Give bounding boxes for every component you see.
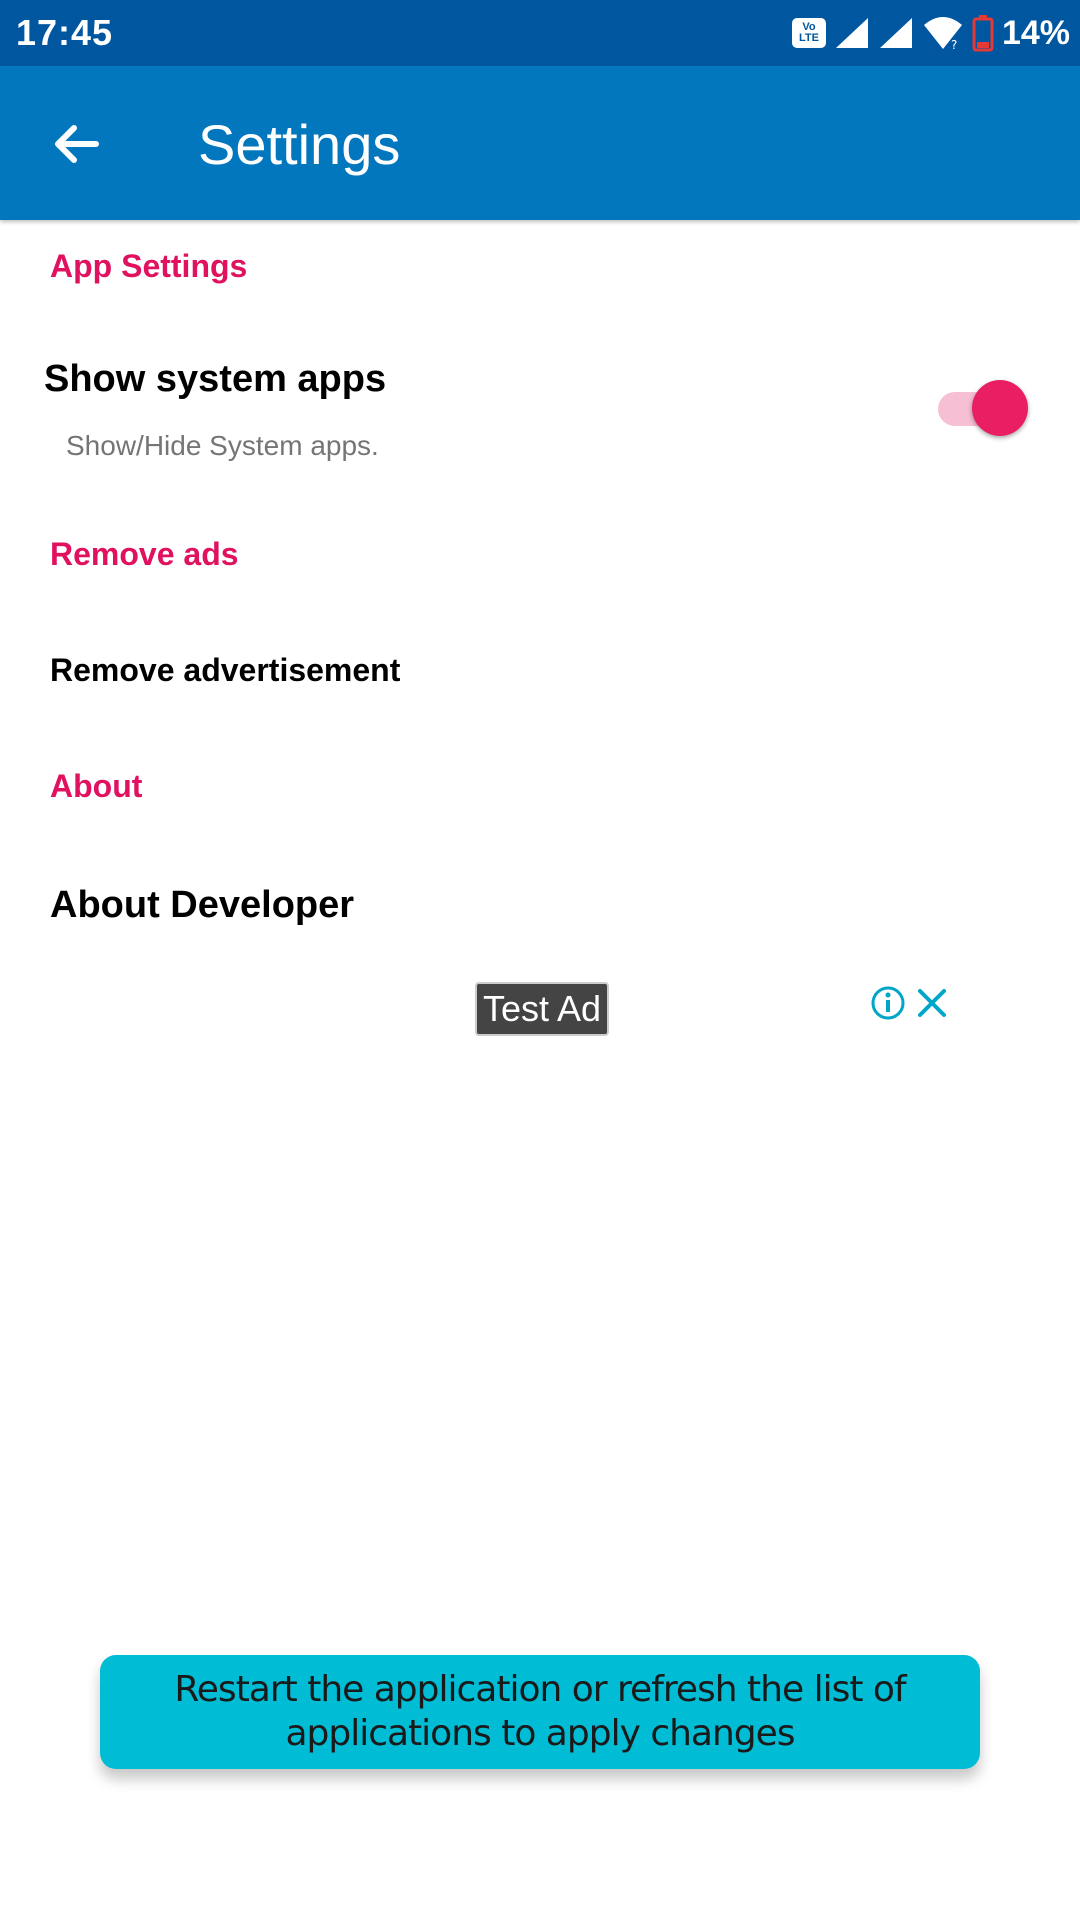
remove-advertisement-item[interactable]: Remove advertisement (50, 652, 400, 689)
wifi-icon: ? (923, 17, 962, 51)
battery-low-icon (972, 15, 994, 52)
category-remove-ads: Remove ads (50, 536, 239, 572)
ad-banner[interactable]: Test Ad (0, 960, 1080, 1620)
page-title: Settings (198, 113, 401, 176)
svg-text:?: ? (951, 38, 957, 51)
arrow-back-icon[interactable] (48, 116, 104, 172)
toggle-thumb (972, 380, 1028, 436)
battery-percent: 14% (1001, 13, 1070, 52)
show-system-apps-title: Show system apps (44, 358, 387, 400)
status-bar: 17:45 Vo LTE ? 14% (0, 0, 1080, 66)
app-bar: Settings (0, 66, 1080, 220)
show-system-apps-toggle[interactable] (938, 380, 1028, 436)
about-developer-item[interactable]: About Developer (50, 884, 354, 927)
status-icons: Vo LTE ? 14% (791, 10, 1070, 56)
volte-icon: Vo LTE (791, 18, 826, 48)
status-time: 17:45 (16, 12, 114, 53)
close-icon[interactable] (914, 985, 950, 1021)
test-ad-label: Test Ad (475, 982, 610, 1036)
category-app-settings: App Settings (50, 248, 248, 284)
restart-toast: Restart the application or refresh the l… (100, 1655, 980, 1769)
category-about: About (50, 768, 143, 804)
info-icon[interactable] (870, 985, 906, 1021)
signal-icon (835, 18, 868, 48)
show-system-apps-summary: Show/Hide System apps. (66, 430, 379, 461)
signal-icon (879, 18, 912, 48)
